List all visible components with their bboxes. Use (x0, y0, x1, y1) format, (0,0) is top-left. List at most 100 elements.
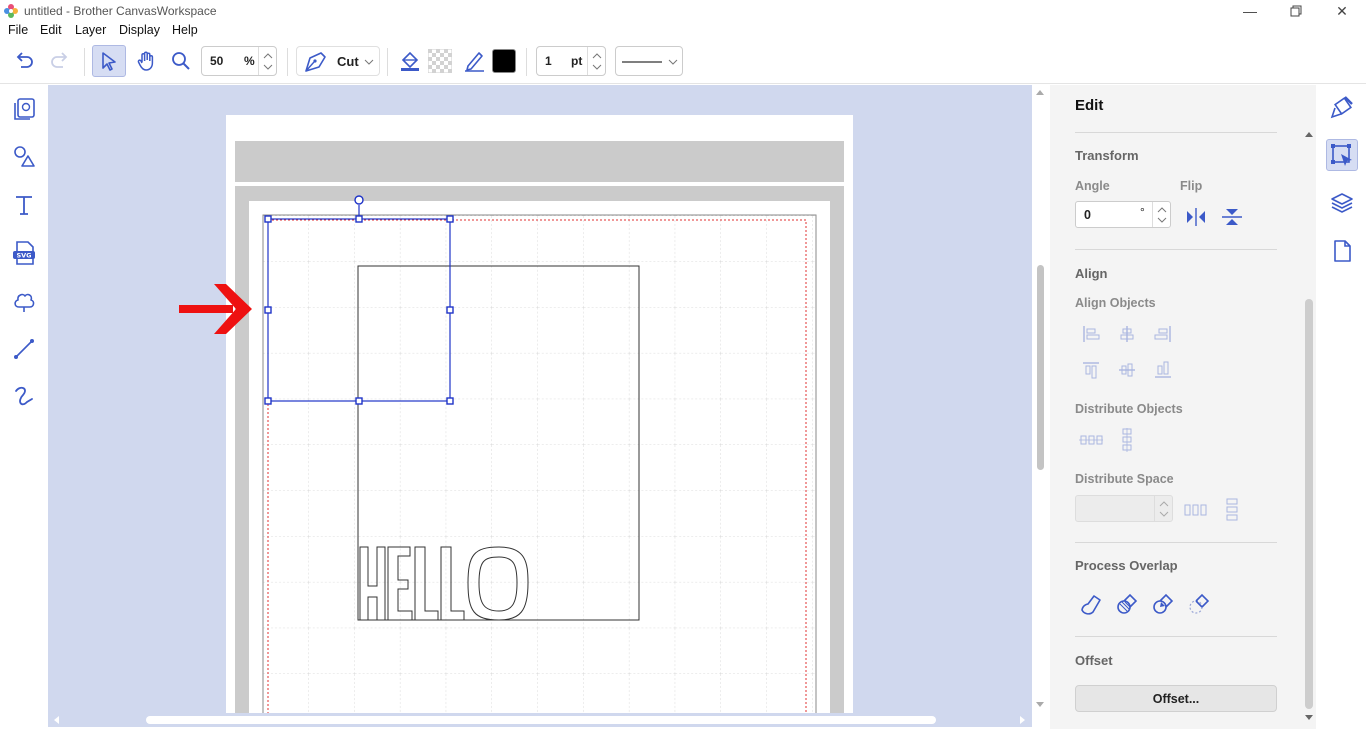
restore-icon (1290, 5, 1302, 17)
distribute-horizontal-button[interactable] (1078, 427, 1104, 453)
offset-button[interactable]: Offset... (1075, 685, 1277, 712)
select-tool-button[interactable] (92, 45, 126, 77)
restore-button[interactable] (1273, 0, 1319, 22)
align-top-button[interactable] (1078, 357, 1104, 383)
line-width-value: 1 (545, 54, 552, 68)
freehand-button[interactable] (8, 381, 40, 413)
line-color-swatch[interactable] (491, 45, 517, 77)
image-trace-button[interactable] (8, 285, 40, 317)
layers-panel-button[interactable] (1326, 187, 1358, 219)
angle-input[interactable]: 0 ° (1075, 201, 1171, 228)
solid-line-icon (622, 61, 662, 63)
line-style-dropdown[interactable] (615, 46, 683, 76)
distribute-space-input[interactable] (1075, 495, 1173, 522)
line-tool-button[interactable] (461, 45, 489, 77)
divide-icon (1117, 593, 1138, 614)
resize-handle[interactable] (446, 215, 454, 223)
line-draw-button[interactable] (8, 333, 40, 365)
resize-handle[interactable] (355, 397, 363, 405)
style-panel-button[interactable] (1326, 91, 1358, 123)
resize-handle[interactable] (264, 215, 272, 223)
zoom-tool-button[interactable] (166, 45, 196, 77)
resize-handle[interactable] (355, 215, 363, 223)
templates-button[interactable] (8, 93, 40, 125)
angle-value: 0 (1084, 208, 1091, 222)
space-vertical-button[interactable] (1219, 497, 1245, 523)
align-middle-button[interactable] (1114, 357, 1140, 383)
align-right-button[interactable] (1150, 321, 1176, 347)
flip-horizontal-icon (1187, 208, 1205, 226)
horizontal-scrollbar-track (54, 716, 1025, 724)
flip-vertical-button[interactable] (1219, 204, 1245, 230)
toolbar-separator (287, 48, 288, 76)
align-center-button[interactable] (1114, 321, 1140, 347)
fill-tool-button[interactable] (396, 45, 424, 77)
menu-help[interactable]: Help (172, 23, 198, 37)
text-button[interactable] (8, 189, 40, 221)
cut-mode-label: Cut (337, 54, 359, 69)
distribute-space-label: Distribute Space (1075, 472, 1174, 486)
page-panel-button[interactable] (1326, 235, 1358, 267)
flip-horizontal-button[interactable] (1183, 204, 1209, 230)
menu-file[interactable]: File (8, 23, 28, 37)
transparent-swatch-icon (428, 49, 452, 73)
intersect-button[interactable] (1186, 591, 1212, 617)
align-left-icon (1083, 326, 1100, 342)
resize-handle[interactable] (446, 397, 454, 405)
cut-mode-dropdown[interactable]: Cut (296, 46, 380, 76)
menu-display[interactable]: Display (119, 23, 160, 37)
resize-handle[interactable] (264, 306, 272, 314)
angle-stepper[interactable] (1152, 202, 1170, 227)
chevron-up-icon (592, 53, 602, 59)
fill-color-swatch[interactable] (427, 45, 453, 77)
line-color-chip (492, 49, 516, 73)
distribute-horizontal-icon (1079, 435, 1103, 445)
menu-edit[interactable]: Edit (40, 23, 62, 37)
undo-button[interactable] (8, 45, 40, 77)
exclude-button[interactable] (1150, 591, 1176, 617)
align-bottom-button[interactable] (1150, 357, 1176, 383)
canvas-area[interactable] (48, 85, 1032, 713)
weld-button[interactable] (1078, 591, 1104, 617)
title-bar: untitled - Brother CanvasWorkspace — ✕ (0, 0, 1366, 22)
redo-button[interactable] (44, 45, 76, 77)
horizontal-scrollbar[interactable] (48, 713, 1032, 727)
chevron-down-icon (1157, 217, 1167, 223)
chevron-up-icon (263, 53, 273, 59)
process-overlap-heading: Process Overlap (1075, 558, 1178, 573)
angle-unit: ° (1140, 205, 1145, 219)
chevron-down-icon (263, 64, 273, 70)
space-horizontal-button[interactable] (1183, 497, 1209, 523)
zoom-stepper[interactable] (258, 47, 276, 75)
svg-file-icon: SVG (13, 241, 35, 265)
close-button[interactable]: ✕ (1319, 0, 1365, 22)
chevron-up-icon (1157, 207, 1167, 213)
zoom-level-field[interactable]: 50 % (201, 46, 277, 76)
pointer-icon (102, 52, 116, 71)
align-left-button[interactable] (1078, 321, 1104, 347)
window-title: untitled - Brother CanvasWorkspace (24, 4, 217, 18)
edit-panel-button[interactable] (1326, 139, 1358, 171)
resize-handle[interactable] (446, 306, 454, 314)
panel-scrollbar[interactable] (1303, 129, 1315, 729)
line-width-field[interactable]: 1 pt (536, 46, 606, 76)
distribute-vertical-button[interactable] (1114, 427, 1140, 453)
pan-tool-button[interactable] (130, 45, 162, 77)
chevron-down-icon (364, 59, 374, 65)
line-width-stepper[interactable] (587, 47, 605, 75)
rotate-handle[interactable] (354, 195, 364, 205)
divide-button[interactable] (1114, 591, 1140, 617)
distribute-space-stepper[interactable] (1154, 496, 1172, 521)
shapes-button[interactable] (8, 141, 40, 173)
resize-handle[interactable] (264, 397, 272, 405)
minimize-button[interactable]: — (1227, 0, 1273, 22)
canvas-drawing (179, 115, 853, 713)
cutter-blade-icon (305, 52, 326, 72)
mat-top-strip (235, 141, 844, 182)
menu-layer[interactable]: Layer (75, 23, 106, 37)
vertical-scrollbar[interactable] (1032, 85, 1048, 713)
text-icon (16, 196, 32, 215)
chevron-down-icon (1159, 511, 1169, 517)
undo-icon (16, 52, 33, 68)
import-svg-button[interactable]: SVG (8, 237, 40, 269)
